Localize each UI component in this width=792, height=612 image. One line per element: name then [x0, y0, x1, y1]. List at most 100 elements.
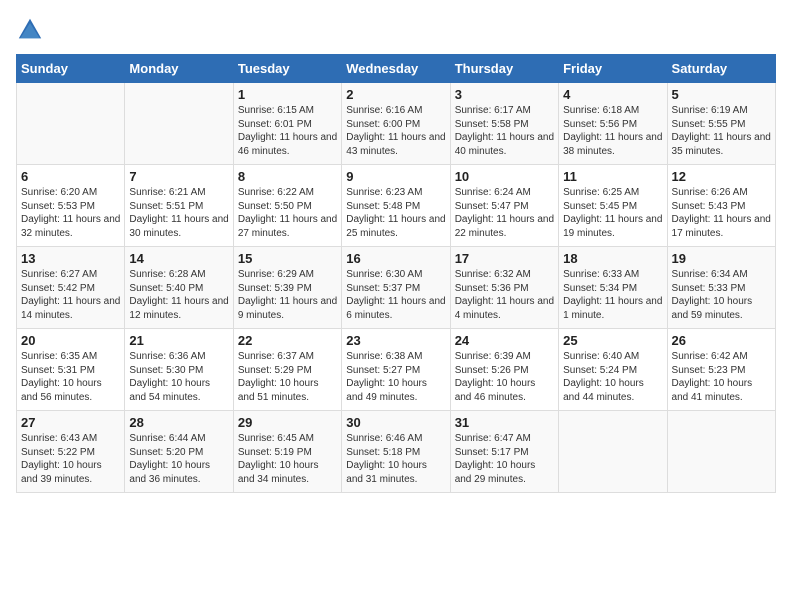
- calendar-cell: [559, 411, 667, 493]
- cell-content: Sunrise: 6:33 AM Sunset: 5:34 PM Dayligh…: [563, 268, 662, 322]
- day-number: 25: [563, 333, 662, 348]
- cell-content: Sunrise: 6:23 AM Sunset: 5:48 PM Dayligh…: [346, 186, 445, 240]
- calendar-cell: 3 Sunrise: 6:17 AM Sunset: 5:58 PM Daylig…: [450, 83, 558, 165]
- day-number: 11: [563, 169, 662, 184]
- day-number: 8: [238, 169, 337, 184]
- calendar-cell: [667, 411, 775, 493]
- day-number: 22: [238, 333, 337, 348]
- calendar-cell: 11 Sunrise: 6:25 AM Sunset: 5:45 PM Dayli…: [559, 165, 667, 247]
- day-number: 21: [129, 333, 228, 348]
- cell-content: Sunrise: 6:27 AM Sunset: 5:42 PM Dayligh…: [21, 268, 120, 322]
- weekday-header-monday: Monday: [125, 55, 233, 83]
- day-number: 23: [346, 333, 445, 348]
- day-number: 6: [21, 169, 120, 184]
- day-number: 1: [238, 87, 337, 102]
- cell-content: Sunrise: 6:38 AM Sunset: 5:27 PM Dayligh…: [346, 350, 445, 404]
- cell-content: Sunrise: 6:35 AM Sunset: 5:31 PM Dayligh…: [21, 350, 120, 404]
- day-number: 31: [455, 415, 554, 430]
- day-number: 26: [672, 333, 771, 348]
- day-number: 18: [563, 251, 662, 266]
- cell-content: Sunrise: 6:40 AM Sunset: 5:24 PM Dayligh…: [563, 350, 662, 404]
- weekday-header-tuesday: Tuesday: [233, 55, 341, 83]
- calendar-table: SundayMondayTuesdayWednesdayThursdayFrid…: [16, 54, 776, 493]
- week-row-1: 1 Sunrise: 6:15 AM Sunset: 6:01 PM Daylig…: [17, 83, 776, 165]
- calendar-cell: [125, 83, 233, 165]
- logo: [16, 16, 48, 44]
- calendar-cell: [17, 83, 125, 165]
- weekday-header-thursday: Thursday: [450, 55, 558, 83]
- week-row-5: 27 Sunrise: 6:43 AM Sunset: 5:22 PM Dayli…: [17, 411, 776, 493]
- calendar-cell: 25 Sunrise: 6:40 AM Sunset: 5:24 PM Dayli…: [559, 329, 667, 411]
- cell-content: Sunrise: 6:25 AM Sunset: 5:45 PM Dayligh…: [563, 186, 662, 240]
- calendar-cell: 10Sunrise: 6:24 AM Sunset: 5:47 PM Dayli…: [450, 165, 558, 247]
- day-number: 3: [455, 87, 554, 102]
- calendar-cell: 21 Sunrise: 6:36 AM Sunset: 5:30 PM Dayli…: [125, 329, 233, 411]
- day-number: 19: [672, 251, 771, 266]
- calendar-cell: 15 Sunrise: 6:29 AM Sunset: 5:39 PM Dayli…: [233, 247, 341, 329]
- weekday-header-friday: Friday: [559, 55, 667, 83]
- calendar-cell: 12 Sunrise: 6:26 AM Sunset: 5:43 PM Dayli…: [667, 165, 775, 247]
- cell-content: Sunrise: 6:42 AM Sunset: 5:23 PM Dayligh…: [672, 350, 771, 404]
- calendar-cell: 1 Sunrise: 6:15 AM Sunset: 6:01 PM Daylig…: [233, 83, 341, 165]
- day-number: 12: [672, 169, 771, 184]
- day-number: 9: [346, 169, 445, 184]
- calendar-cell: 8 Sunrise: 6:22 AM Sunset: 5:50 PM Daylig…: [233, 165, 341, 247]
- day-number: 15: [238, 251, 337, 266]
- cell-content: Sunrise: 6:45 AM Sunset: 5:19 PM Dayligh…: [238, 432, 337, 486]
- day-number: 5: [672, 87, 771, 102]
- calendar-cell: 6 Sunrise: 6:20 AM Sunset: 5:53 PM Daylig…: [17, 165, 125, 247]
- calendar-cell: 27 Sunrise: 6:43 AM Sunset: 5:22 PM Dayli…: [17, 411, 125, 493]
- week-row-3: 13 Sunrise: 6:27 AM Sunset: 5:42 PM Dayli…: [17, 247, 776, 329]
- cell-content: Sunrise: 6:46 AM Sunset: 5:18 PM Dayligh…: [346, 432, 445, 486]
- day-number: 27: [21, 415, 120, 430]
- week-row-2: 6 Sunrise: 6:20 AM Sunset: 5:53 PM Daylig…: [17, 165, 776, 247]
- calendar-cell: 16Sunrise: 6:30 AM Sunset: 5:37 PM Dayli…: [342, 247, 450, 329]
- day-number: 10: [455, 169, 554, 184]
- day-number: 7: [129, 169, 228, 184]
- calendar-cell: 29 Sunrise: 6:45 AM Sunset: 5:19 PM Dayli…: [233, 411, 341, 493]
- cell-content: Sunrise: 6:21 AM Sunset: 5:51 PM Dayligh…: [129, 186, 228, 240]
- cell-content: Sunrise: 6:18 AM Sunset: 5:56 PM Dayligh…: [563, 104, 662, 158]
- cell-content: Sunrise: 6:36 AM Sunset: 5:30 PM Dayligh…: [129, 350, 228, 404]
- cell-content: Sunrise: 6:37 AM Sunset: 5:29 PM Dayligh…: [238, 350, 337, 404]
- weekday-header-wednesday: Wednesday: [342, 55, 450, 83]
- calendar-cell: 28 Sunrise: 6:44 AM Sunset: 5:20 PM Dayli…: [125, 411, 233, 493]
- calendar-cell: 22 Sunrise: 6:37 AM Sunset: 5:29 PM Dayli…: [233, 329, 341, 411]
- cell-content: Sunrise: 6:22 AM Sunset: 5:50 PM Dayligh…: [238, 186, 337, 240]
- cell-content: Sunrise: 6:17 AM Sunset: 5:58 PM Dayligh…: [455, 104, 554, 158]
- calendar-cell: 20Sunrise: 6:35 AM Sunset: 5:31 PM Dayli…: [17, 329, 125, 411]
- cell-content: Sunrise: 6:39 AM Sunset: 5:26 PM Dayligh…: [455, 350, 554, 404]
- day-number: 13: [21, 251, 120, 266]
- calendar-cell: 24Sunrise: 6:39 AM Sunset: 5:26 PM Dayli…: [450, 329, 558, 411]
- calendar-cell: 5 Sunrise: 6:19 AM Sunset: 5:55 PM Daylig…: [667, 83, 775, 165]
- cell-content: Sunrise: 6:19 AM Sunset: 5:55 PM Dayligh…: [672, 104, 771, 158]
- day-number: 16: [346, 251, 445, 266]
- cell-content: Sunrise: 6:16 AM Sunset: 6:00 PM Dayligh…: [346, 104, 445, 158]
- day-number: 17: [455, 251, 554, 266]
- weekday-header-sunday: Sunday: [17, 55, 125, 83]
- weekday-header-saturday: Saturday: [667, 55, 775, 83]
- calendar-cell: 4 Sunrise: 6:18 AM Sunset: 5:56 PM Daylig…: [559, 83, 667, 165]
- cell-content: Sunrise: 6:34 AM Sunset: 5:33 PM Dayligh…: [672, 268, 771, 322]
- day-number: 4: [563, 87, 662, 102]
- calendar-cell: 19 Sunrise: 6:34 AM Sunset: 5:33 PM Dayli…: [667, 247, 775, 329]
- cell-content: Sunrise: 6:44 AM Sunset: 5:20 PM Dayligh…: [129, 432, 228, 486]
- logo-icon: [16, 16, 44, 44]
- cell-content: Sunrise: 6:20 AM Sunset: 5:53 PM Dayligh…: [21, 186, 120, 240]
- calendar-cell: 9 Sunrise: 6:23 AM Sunset: 5:48 PM Daylig…: [342, 165, 450, 247]
- calendar-cell: 14 Sunrise: 6:28 AM Sunset: 5:40 PM Dayli…: [125, 247, 233, 329]
- calendar-cell: 23 Sunrise: 6:38 AM Sunset: 5:27 PM Dayli…: [342, 329, 450, 411]
- cell-content: Sunrise: 6:26 AM Sunset: 5:43 PM Dayligh…: [672, 186, 771, 240]
- calendar-cell: 31Sunrise: 6:47 AM Sunset: 5:17 PM Dayli…: [450, 411, 558, 493]
- cell-content: Sunrise: 6:29 AM Sunset: 5:39 PM Dayligh…: [238, 268, 337, 322]
- cell-content: Sunrise: 6:15 AM Sunset: 6:01 PM Dayligh…: [238, 104, 337, 158]
- calendar-cell: 7 Sunrise: 6:21 AM Sunset: 5:51 PM Daylig…: [125, 165, 233, 247]
- calendar-cell: 13 Sunrise: 6:27 AM Sunset: 5:42 PM Dayli…: [17, 247, 125, 329]
- day-number: 28: [129, 415, 228, 430]
- cell-content: Sunrise: 6:28 AM Sunset: 5:40 PM Dayligh…: [129, 268, 228, 322]
- calendar-cell: 30Sunrise: 6:46 AM Sunset: 5:18 PM Dayli…: [342, 411, 450, 493]
- day-number: 29: [238, 415, 337, 430]
- day-number: 2: [346, 87, 445, 102]
- cell-content: Sunrise: 6:43 AM Sunset: 5:22 PM Dayligh…: [21, 432, 120, 486]
- day-number: 14: [129, 251, 228, 266]
